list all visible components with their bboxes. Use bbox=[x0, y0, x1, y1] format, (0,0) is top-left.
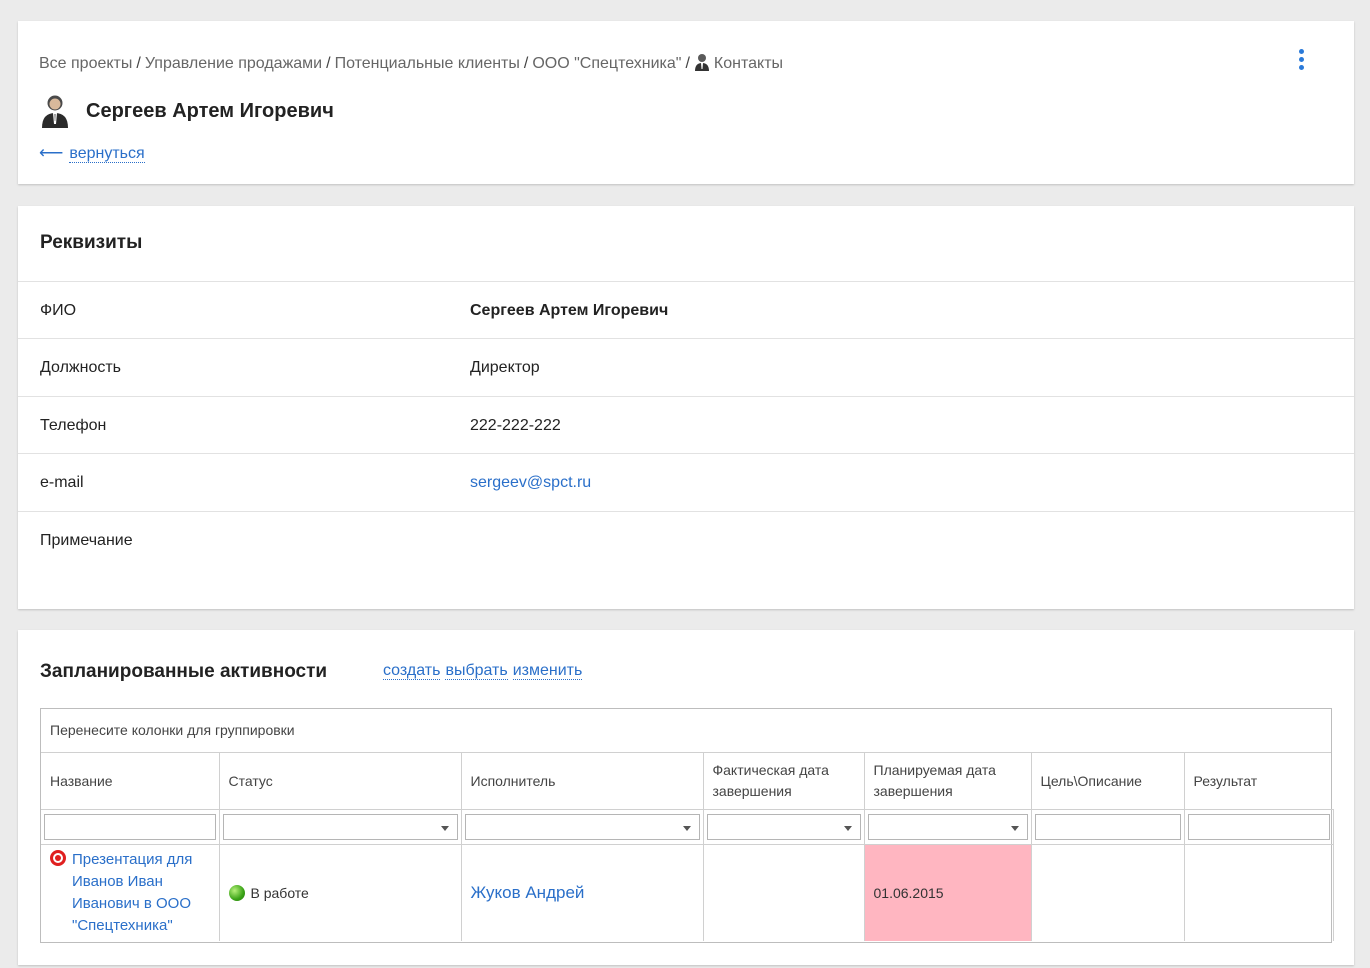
column-header-status[interactable]: Статус bbox=[219, 753, 462, 810]
name-filter-input[interactable] bbox=[44, 814, 216, 840]
column-header-goal[interactable]: Цель\Описание bbox=[1031, 753, 1185, 810]
target-icon bbox=[50, 850, 66, 866]
create-link[interactable]: создать bbox=[383, 662, 441, 680]
status-filter-dropdown[interactable] bbox=[222, 814, 458, 840]
requisite-label: e-mail bbox=[40, 474, 84, 491]
table-header-row: Название Статус Исполнитель Фактическая … bbox=[41, 753, 1333, 810]
activities-title: Запланированные активности bbox=[40, 661, 328, 682]
vertical-ellipsis-icon bbox=[1298, 49, 1304, 54]
activity-actions: создать выбрать изменить bbox=[383, 662, 587, 680]
requisite-row-position: Должность Директор bbox=[18, 338, 1354, 396]
column-header-name[interactable]: Название bbox=[41, 753, 220, 810]
filter-cell bbox=[461, 809, 704, 845]
breadcrumb-contacts[interactable]: Контакты bbox=[714, 55, 783, 72]
arrow-left-icon: ⟵ bbox=[39, 143, 64, 162]
filter-cell bbox=[864, 809, 1032, 845]
cell-actual-date bbox=[703, 844, 865, 941]
executor-link[interactable]: Жуков Андрей bbox=[471, 883, 585, 902]
ellipsis-dot bbox=[1298, 57, 1304, 62]
cell-name: Презентация для Иванов Иван Иванович в О… bbox=[41, 844, 220, 941]
requisite-row-note: Примечание bbox=[18, 511, 1354, 609]
person-icon bbox=[42, 95, 68, 128]
requisite-value: Директор bbox=[470, 359, 540, 376]
cell-executor: Жуков Андрей bbox=[461, 844, 704, 941]
activities-grid: Перенесите колонки для группировки Назва… bbox=[40, 708, 1334, 943]
activity-name-text: Презентация для Иванов Иван Иванович в О… bbox=[72, 851, 193, 934]
breadcrumb-potential-clients[interactable]: Потенциальные клиенты bbox=[335, 55, 520, 72]
breadcrumb-separator: / bbox=[326, 55, 331, 72]
requisite-label: Должность bbox=[40, 359, 121, 376]
requisite-label: ФИО bbox=[40, 302, 77, 319]
breadcrumb-sales-management[interactable]: Управление продажами bbox=[145, 55, 322, 72]
column-header-result[interactable]: Результат bbox=[1184, 753, 1333, 810]
cell-planned-date: 01.06.2015 bbox=[864, 844, 1032, 941]
activity-name-link[interactable]: Презентация для Иванов Иван Иванович в О… bbox=[50, 849, 210, 937]
filter-cell bbox=[1031, 809, 1185, 845]
select-link[interactable]: выбрать bbox=[445, 662, 508, 680]
header-card: Все проекты / Управление продажами / Потенци… bbox=[18, 21, 1354, 184]
cell-goal bbox=[1031, 844, 1185, 941]
breadcrumb-all-projects[interactable]: Все проекты bbox=[39, 55, 132, 72]
executor-filter-dropdown[interactable] bbox=[464, 814, 700, 840]
ellipsis-dot bbox=[1298, 65, 1304, 70]
result-filter-input[interactable] bbox=[1187, 814, 1330, 840]
goal-filter-input[interactable] bbox=[1034, 814, 1181, 840]
activities-card: Запланированные активности создать выбрат… bbox=[18, 630, 1354, 965]
filter-cell bbox=[219, 809, 462, 845]
breadcrumb-company[interactable]: ООО "Спецтехника" bbox=[532, 55, 681, 72]
requisite-label: Телефон bbox=[40, 417, 107, 434]
column-header-executor[interactable]: Исполнитель bbox=[461, 753, 704, 810]
back-link-label: вернуться bbox=[69, 145, 145, 163]
requisite-label: Примечание bbox=[40, 532, 133, 549]
breadcrumb-separator: / bbox=[685, 55, 690, 72]
email-link[interactable]: sergeev@spct.ru bbox=[470, 474, 591, 492]
column-header-planned-date[interactable]: Планируемая дата завершения bbox=[864, 753, 1032, 810]
requisite-row-phone: Телефон 222-222-222 bbox=[18, 396, 1354, 454]
page-title: Сергеев Артем Игоревич bbox=[86, 99, 334, 122]
filter-cell bbox=[41, 809, 220, 845]
column-header-actual-date[interactable]: Фактическая дата завершения bbox=[703, 753, 865, 810]
requisite-value: Сергеев Артем Игоревич bbox=[470, 302, 669, 319]
breadcrumb: Все проекты / Управление продажами / Потенци… bbox=[39, 53, 783, 73]
actual-date-filter-dropdown[interactable] bbox=[706, 814, 861, 840]
requisite-row-fio: ФИО Сергеев Артем Игоревич bbox=[18, 281, 1354, 339]
breadcrumb-separator: / bbox=[523, 55, 529, 72]
filter-cell bbox=[703, 809, 865, 845]
cell-result bbox=[1184, 844, 1334, 941]
planned-date-filter-dropdown[interactable] bbox=[867, 814, 1028, 840]
back-link[interactable]: ⟵ вернуться bbox=[39, 143, 145, 163]
requisites-title: Реквизиты bbox=[40, 232, 143, 253]
person-icon bbox=[694, 54, 709, 71]
filter-row bbox=[41, 809, 1334, 845]
activities-table: Название Статус Исполнитель Фактическая … bbox=[41, 753, 1334, 941]
group-panel[interactable]: Перенесите колонки для группировки bbox=[41, 709, 1331, 753]
requisites-card: Реквизиты ФИО Сергеев Артем Игоревич Дол… bbox=[18, 206, 1354, 609]
page-title-row: Сергеев Артем Игоревич bbox=[40, 94, 334, 128]
requisite-value: 222-222-222 bbox=[470, 417, 561, 434]
filter-cell bbox=[1184, 809, 1334, 845]
breadcrumb-separator: / bbox=[136, 55, 141, 72]
requisite-row-email: e-mail sergeev@spct.ru bbox=[18, 453, 1354, 511]
edit-link[interactable]: изменить bbox=[512, 662, 583, 680]
cell-status: В работе bbox=[219, 844, 462, 941]
status-text: В работе bbox=[250, 885, 309, 901]
table-row: Презентация для Иванов Иван Иванович в О… bbox=[41, 844, 1334, 941]
more-options-button[interactable] bbox=[1294, 49, 1308, 73]
status-green-dot-icon bbox=[228, 885, 245, 901]
